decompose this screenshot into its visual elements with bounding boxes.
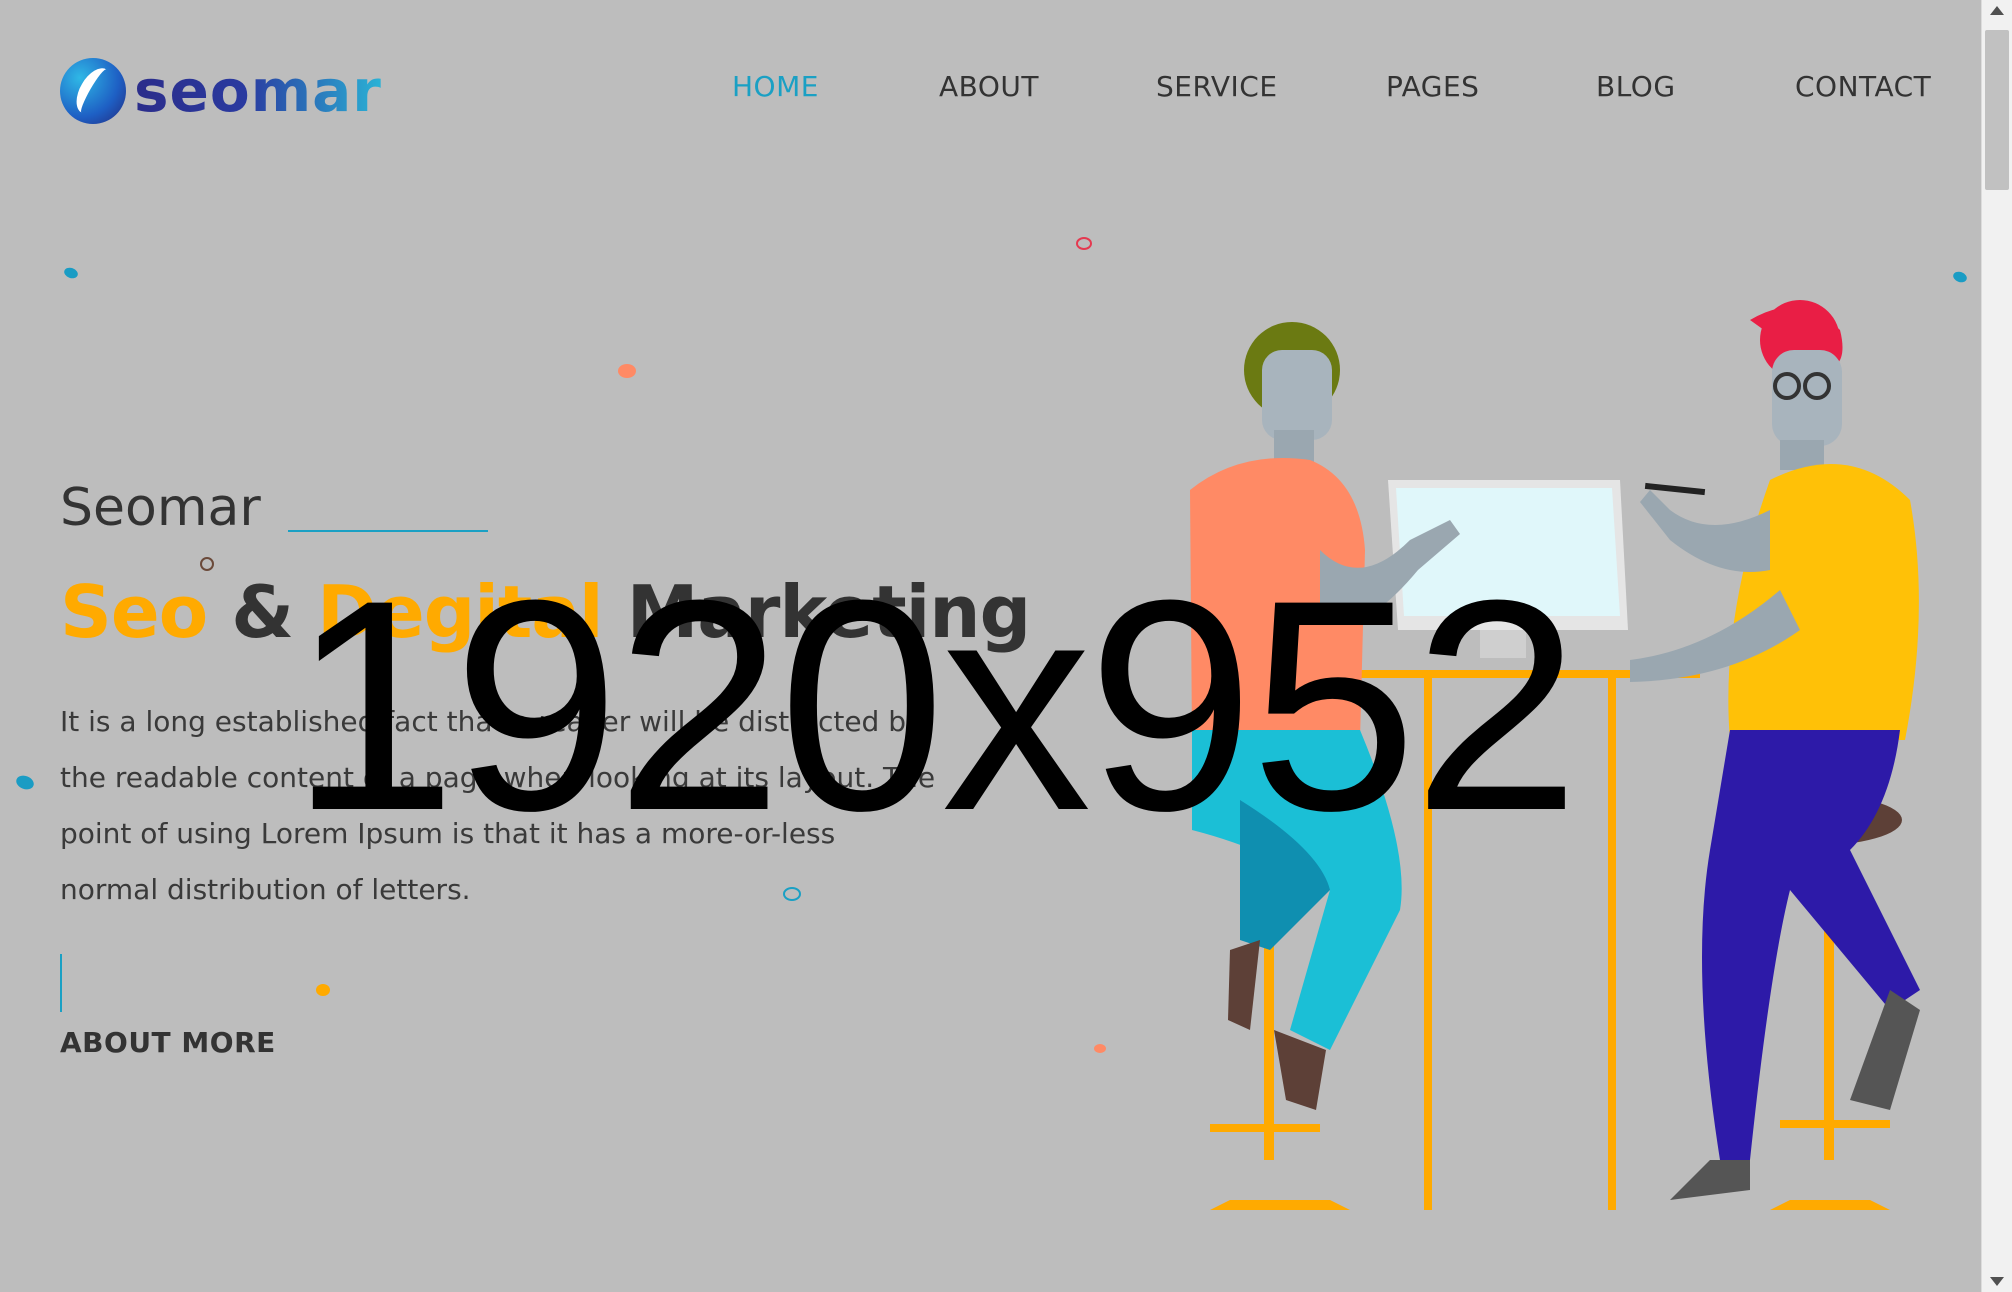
confetti-dot [316, 984, 330, 996]
nav-item-home[interactable]: HOME [732, 70, 819, 103]
hero-eyebrow: Seomar [60, 478, 261, 538]
confetti-ring [200, 557, 214, 571]
nav-item-blog[interactable]: BLOG [1596, 70, 1676, 103]
eyebrow-underline [288, 530, 488, 532]
confetti-dot [14, 773, 36, 792]
hero-description: It is a long established fact that a rea… [60, 705, 936, 906]
hero-title-seo: Seo [60, 570, 208, 654]
confetti-dot [1951, 269, 1969, 285]
scroll-up-arrow-icon[interactable] [1990, 6, 2004, 15]
nav-item-about[interactable]: ABOUT [939, 70, 1039, 103]
two-people-at-computer-illustration [1190, 300, 1920, 1210]
confetti-dot [62, 265, 80, 281]
nav-item-contact[interactable]: CONTACT [1795, 70, 1931, 103]
hero-title-degital: Degital [317, 570, 603, 654]
cta-accent-bar [60, 954, 62, 1012]
vertical-scrollbar[interactable] [1981, 0, 2012, 1292]
hero-title: Seo & Degital Marketing [60, 570, 1031, 654]
nav-item-service[interactable]: SERVICE [1156, 70, 1278, 103]
scroll-down-arrow-icon[interactable] [1990, 1277, 2004, 1286]
confetti-ring [1076, 237, 1092, 250]
hero-title-amp: & [231, 570, 294, 654]
about-more-button[interactable]: ABOUT MORE [60, 1026, 276, 1059]
hero-title-marketing: Marketing [626, 570, 1031, 654]
confetti-dot [618, 364, 636, 378]
main-nav: HOME ABOUT SERVICE PAGES BLOG CONTACT [0, 70, 2012, 110]
nav-item-pages[interactable]: PAGES [1386, 70, 1479, 103]
scroll-thumb[interactable] [1985, 30, 2009, 190]
confetti-dot [1094, 1044, 1106, 1053]
page: seomar HOME ABOUT SERVICE PAGES BLOG CON… [0, 0, 2012, 1292]
